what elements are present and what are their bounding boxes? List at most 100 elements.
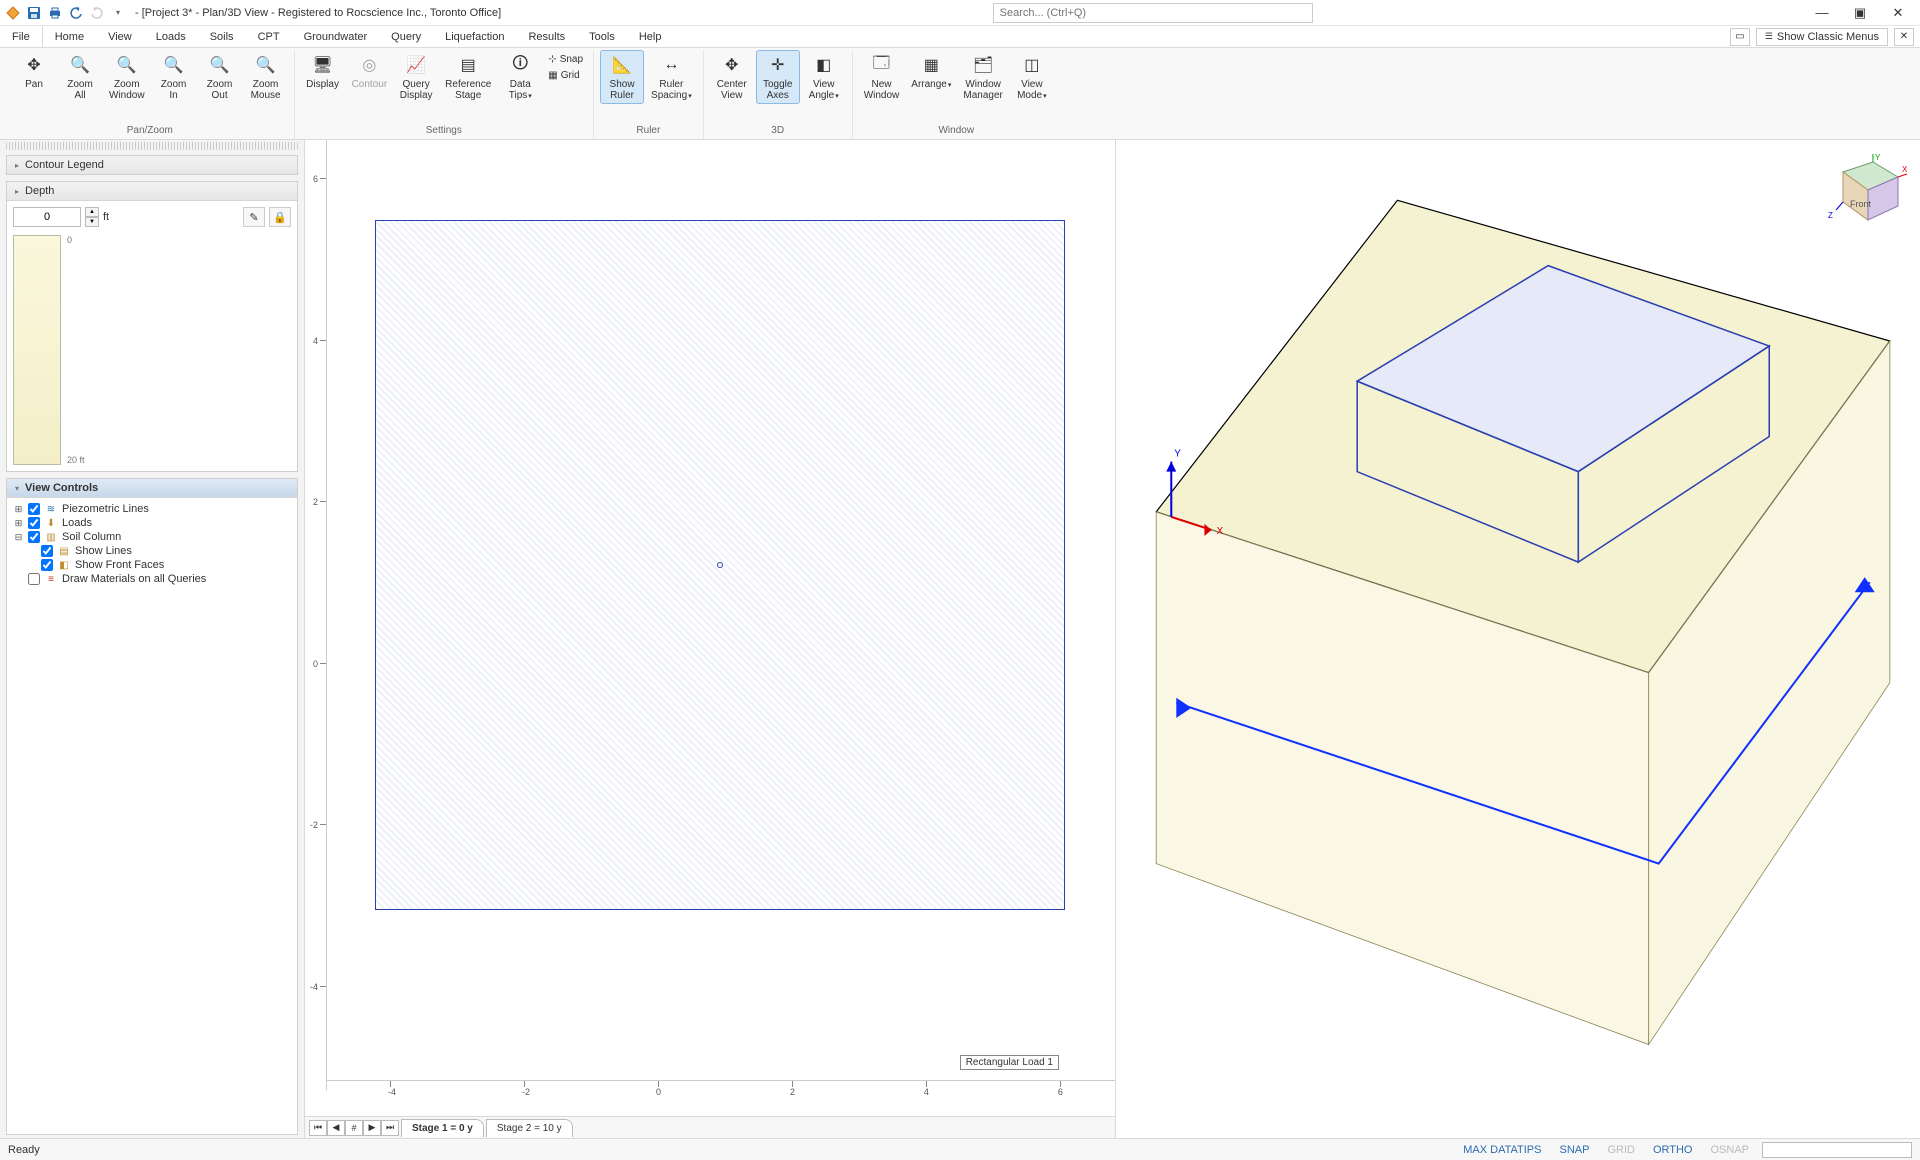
search-input[interactable]: [993, 3, 1313, 23]
menu-cpt[interactable]: CPT: [246, 26, 292, 47]
toggle-axes-button[interactable]: ✛Toggle Axes: [756, 50, 800, 104]
menu-help[interactable]: Help: [627, 26, 674, 47]
menu-tools[interactable]: Tools: [577, 26, 627, 47]
view-angle-button[interactable]: ◧View Angle▾: [802, 50, 846, 104]
soil-column-icon: ▥: [44, 531, 58, 543]
stage-tab-2[interactable]: Stage 2 = 10 y: [486, 1119, 573, 1137]
tree-row-piezo[interactable]: ⊞≋Piezometric Lines: [13, 502, 291, 516]
axes-icon: ✛: [766, 53, 790, 77]
ruler-spacing-button[interactable]: ↔Ruler Spacing▾: [646, 50, 697, 104]
new-window-button[interactable]: 🗔New Window: [859, 50, 905, 104]
plan-canvas[interactable]: 6 4 2 0 -2 -4 Rectangular Load 1 -4 -2 0…: [305, 140, 1115, 1116]
query-display-button[interactable]: 📈Query Display: [394, 50, 438, 104]
zoom-mouse-button[interactable]: 🔍Zoom Mouse: [244, 50, 288, 104]
checkbox-draw-materials[interactable]: [28, 573, 40, 585]
pan-button[interactable]: ✥Pan: [12, 50, 56, 93]
tree-row-draw-materials[interactable]: ≡Draw Materials on all Queries: [13, 572, 291, 586]
status-max-datatips[interactable]: MAX DATATIPS: [1458, 1144, 1546, 1156]
menu-loads[interactable]: Loads: [144, 26, 198, 47]
menu-results[interactable]: Results: [516, 26, 577, 47]
ribbon-group-window: 🗔New Window ▦Arrange▾ 🗂Window Manager ◫V…: [853, 50, 1060, 139]
checkbox-loads[interactable]: [28, 517, 40, 529]
depth-spinner[interactable]: ▲▼: [85, 207, 99, 227]
panel-header-contour-legend[interactable]: ▸Contour Legend: [7, 156, 297, 174]
mdi-restore-button[interactable]: ▭: [1730, 28, 1750, 46]
menu-soils[interactable]: Soils: [198, 26, 246, 47]
zoom-window-button[interactable]: 🔍Zoom Window: [104, 50, 150, 104]
zoom-all-button[interactable]: 🔍Zoom All: [58, 50, 102, 104]
zoom-in-button[interactable]: 🔍Zoom In: [152, 50, 196, 104]
main-area: ▸Contour Legend ▸Depth ▲▼ ft ✎ 🔒 0: [0, 140, 1920, 1138]
zoom-in-icon: 🔍: [162, 53, 186, 77]
collapse-icon[interactable]: ⊟: [13, 532, 24, 543]
print-icon[interactable]: [46, 4, 64, 22]
menu-groundwater[interactable]: Groundwater: [292, 26, 380, 47]
stage-last-button[interactable]: ⏭: [381, 1120, 399, 1136]
stage-prev-button[interactable]: ◀: [327, 1120, 345, 1136]
grid-icon: ▦: [548, 70, 557, 81]
mdi-close-button[interactable]: ✕: [1894, 28, 1914, 46]
loads-icon: ⬇: [44, 517, 58, 529]
stage-next-button[interactable]: ▶: [363, 1120, 381, 1136]
checkbox-soil-column[interactable]: [28, 531, 40, 543]
maximize-button[interactable]: ▣: [1842, 2, 1878, 24]
view-mode-button[interactable]: ◫View Mode▾: [1010, 50, 1054, 104]
qat-customize-icon[interactable]: ▾: [109, 4, 127, 22]
pan-icon: ✥: [22, 53, 46, 77]
spin-down-icon[interactable]: ▼: [85, 217, 99, 227]
save-icon[interactable]: [25, 4, 43, 22]
menu-query[interactable]: Query: [379, 26, 433, 47]
canvas-3d[interactable]: X Y: [1116, 140, 1920, 1065]
tree-row-soil-column[interactable]: ⊟▥Soil Column: [13, 530, 291, 544]
show-classic-menus-button[interactable]: ☰Show Classic Menus: [1756, 28, 1888, 46]
expand-icon[interactable]: ⊞: [13, 518, 24, 529]
stage-tabs: ⏮ ◀ # ▶ ⏭ Stage 1 = 0 y Stage 2 = 10 y: [305, 1116, 1115, 1138]
reference-stage-button[interactable]: ▤Reference Stage: [440, 50, 496, 104]
window-manager-button[interactable]: 🗂Window Manager: [958, 50, 1007, 104]
center-view-button[interactable]: ✥Center View: [710, 50, 754, 104]
panel-header-view-controls[interactable]: ▾View Controls: [7, 479, 297, 498]
stage-first-button[interactable]: ⏮: [309, 1120, 327, 1136]
depth-input[interactable]: [13, 207, 81, 227]
expand-icon[interactable]: ⊞: [13, 504, 24, 515]
tree-row-show-front-faces[interactable]: ◧Show Front Faces: [41, 558, 291, 572]
zoom-out-button[interactable]: 🔍Zoom Out: [198, 50, 242, 104]
menu-view[interactable]: View: [96, 26, 144, 47]
data-tips-button[interactable]: 🛈Data Tips▾: [498, 50, 542, 104]
stage-num-button[interactable]: #: [345, 1120, 363, 1136]
status-grid[interactable]: GRID: [1602, 1144, 1640, 1156]
viewport-plan[interactable]: 6 4 2 0 -2 -4 Rectangular Load 1 -4 -2 0…: [305, 140, 1115, 1138]
view-cube-gizmo[interactable]: Front X Y Z: [1818, 152, 1908, 232]
status-osnap[interactable]: OSNAP: [1705, 1144, 1754, 1156]
menu-home[interactable]: Home: [43, 26, 96, 47]
depth-tool-a-button[interactable]: ✎: [243, 207, 265, 227]
arrange-button[interactable]: ▦Arrange▾: [906, 50, 956, 93]
display-button[interactable]: 🖥Display: [301, 50, 345, 93]
status-ortho[interactable]: ORTHO: [1648, 1144, 1698, 1156]
zoom-mouse-icon: 🔍: [254, 53, 278, 77]
minimize-button[interactable]: —: [1804, 2, 1840, 24]
sidebar-grip[interactable]: [6, 142, 298, 150]
stage-tab-1[interactable]: Stage 1 = 0 y: [401, 1119, 484, 1137]
checkbox-show-front[interactable]: [41, 559, 53, 571]
tree-row-loads[interactable]: ⊞⬇Loads: [13, 516, 291, 530]
show-ruler-button[interactable]: 📐Show Ruler: [600, 50, 644, 104]
checkbox-show-lines[interactable]: [41, 545, 53, 557]
spin-up-icon[interactable]: ▲: [85, 207, 99, 217]
panel-header-depth[interactable]: ▸Depth: [7, 182, 297, 201]
snap-button[interactable]: ⊹Snap: [544, 52, 587, 67]
grid-button[interactable]: ▦Grid: [544, 68, 587, 83]
close-button[interactable]: ✕: [1880, 2, 1916, 24]
redo-icon[interactable]: [88, 4, 106, 22]
viewport-3d[interactable]: X Y Front X Y Z: [1115, 140, 1920, 1138]
chevron-down-icon: ▾: [15, 484, 19, 493]
undo-icon[interactable]: [67, 4, 85, 22]
ribbon-group-label-panzoom: Pan/Zoom: [127, 124, 173, 139]
status-snap[interactable]: SNAP: [1554, 1144, 1594, 1156]
tree-row-show-lines[interactable]: ▤Show Lines: [41, 544, 291, 558]
checkbox-piezo[interactable]: [28, 503, 40, 515]
app-icon[interactable]: [4, 4, 22, 22]
menu-file[interactable]: File: [0, 26, 43, 47]
menu-liquefaction[interactable]: Liquefaction: [433, 26, 516, 47]
depth-lock-button[interactable]: 🔒: [269, 207, 291, 227]
